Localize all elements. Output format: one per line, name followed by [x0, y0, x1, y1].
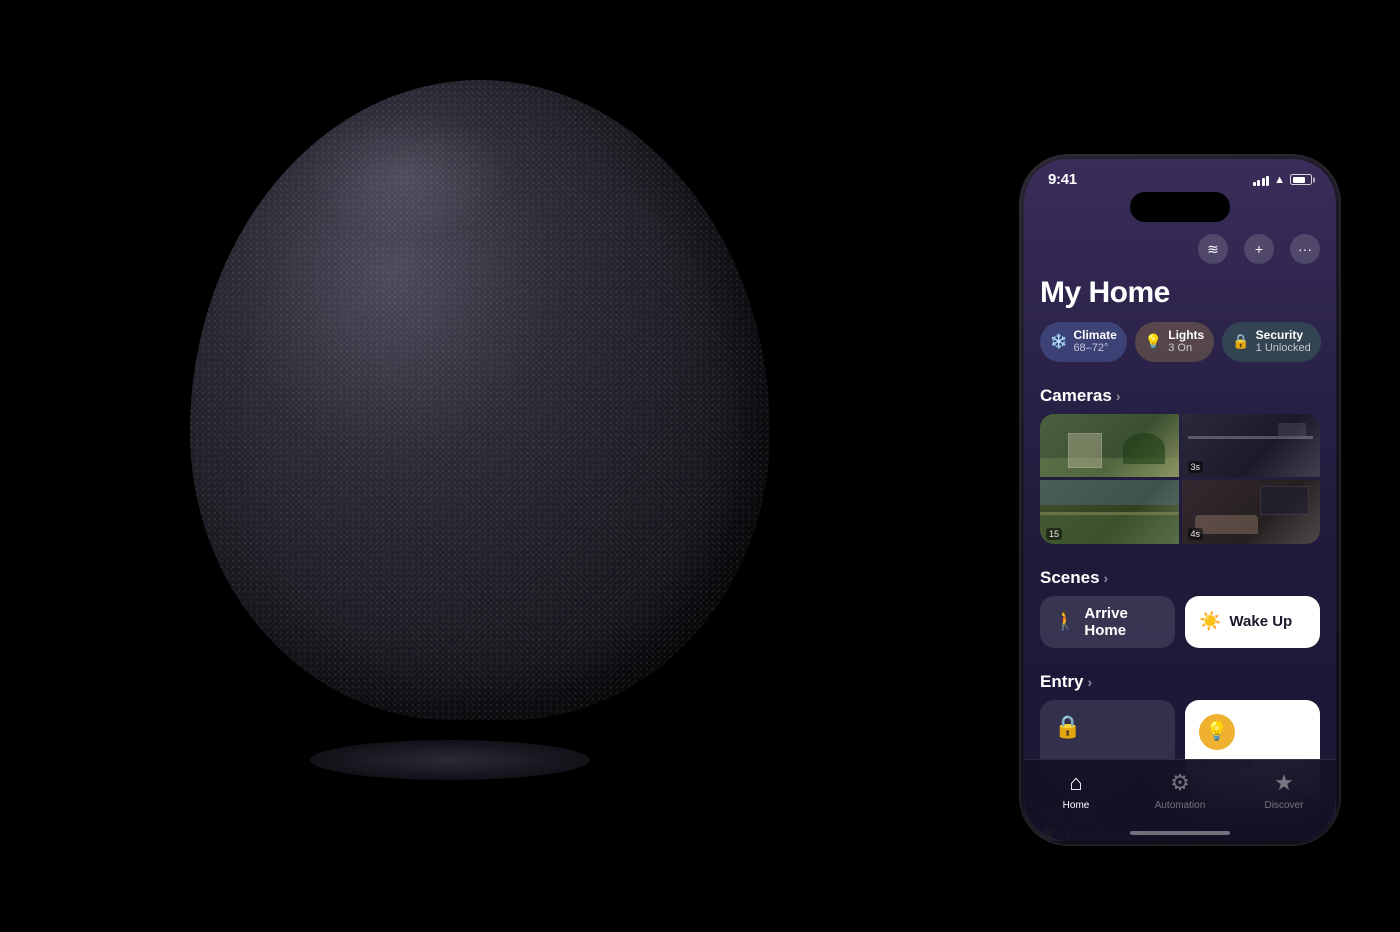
- lights-value: 3 On: [1168, 342, 1204, 355]
- cam3-fence: [1040, 512, 1179, 515]
- more-button[interactable]: ···: [1290, 234, 1320, 264]
- cam2-items: [1278, 423, 1306, 436]
- lights-icon: 💡: [1145, 333, 1162, 350]
- automation-tab-icon: ⚙: [1170, 770, 1190, 796]
- arrive-home-button[interactable]: 🚶 Arrive Home: [1040, 596, 1175, 648]
- camera-thumb-4[interactable]: 4s: [1182, 480, 1321, 544]
- cam1-tree: [1123, 433, 1165, 465]
- camera-thumb-2[interactable]: 3s: [1182, 414, 1321, 478]
- camera-timestamp-3: 15: [1046, 528, 1062, 540]
- cam1-door: [1068, 433, 1103, 468]
- header-controls: ≋ + ···: [1024, 230, 1336, 272]
- siri-button[interactable]: ≋: [1198, 234, 1228, 264]
- front-door-lock-icon: 🔒: [1054, 714, 1161, 740]
- iphone: 9:41 ▲: [1020, 155, 1340, 845]
- wake-up-icon: ☀️: [1199, 611, 1221, 632]
- scenes-arrow-icon: ›: [1104, 570, 1109, 586]
- cam4-tv: [1260, 486, 1308, 515]
- tab-home[interactable]: ⌂ Home: [1024, 770, 1128, 811]
- add-icon: +: [1255, 241, 1263, 257]
- arrive-home-icon: 🚶: [1054, 611, 1076, 632]
- cam2-shelf: [1188, 436, 1313, 439]
- homepod-body: [190, 80, 770, 720]
- security-value: 1 Unlocked: [1256, 342, 1311, 355]
- battery-fill: [1293, 177, 1306, 183]
- cameras-section-label: Cameras: [1040, 386, 1112, 406]
- climate-text: Climate 68–72°: [1073, 328, 1116, 356]
- camera-thumb-1[interactable]: [1040, 414, 1179, 478]
- tab-bar: ⌂ Home ⚙ Automation ★ Discover: [1024, 759, 1336, 841]
- camera-timestamp-4: 4s: [1188, 528, 1204, 540]
- cameras-section-header[interactable]: Cameras ›: [1024, 378, 1336, 414]
- tab-discover[interactable]: ★ Discover: [1232, 770, 1336, 811]
- discover-tab-icon: ★: [1274, 770, 1294, 796]
- camera-grid: 3s 15 4s: [1040, 414, 1320, 544]
- more-icon: ···: [1298, 241, 1312, 257]
- lights-chip[interactable]: 💡 Lights 3 On: [1135, 322, 1214, 362]
- cameras-arrow-icon: ›: [1116, 388, 1121, 404]
- climate-label: Climate: [1073, 328, 1116, 342]
- climate-chip[interactable]: ❄️ Climate 68–72°: [1040, 322, 1127, 362]
- siri-icon: ≋: [1207, 241, 1219, 258]
- home-title: My Home: [1024, 272, 1336, 322]
- homepod-mesh: [190, 80, 770, 720]
- tab-automation[interactable]: ⚙ Automation: [1128, 770, 1232, 811]
- signal-bar-2: [1257, 180, 1260, 186]
- cam3-sky: [1040, 480, 1179, 505]
- wake-up-button[interactable]: ☀️ Wake Up: [1185, 596, 1320, 648]
- scenes-section-header[interactable]: Scenes ›: [1024, 560, 1336, 596]
- wake-up-label: Wake Up: [1229, 613, 1292, 630]
- camera-timestamp-2: 3s: [1188, 461, 1204, 473]
- wifi-icon: ▲: [1274, 174, 1285, 186]
- add-button[interactable]: +: [1244, 234, 1274, 264]
- cam4-couch: [1195, 515, 1257, 534]
- home-indicator: [1130, 831, 1230, 835]
- security-text: Security 1 Unlocked: [1256, 328, 1311, 356]
- status-icons: ▲: [1253, 174, 1312, 186]
- dynamic-island: [1130, 192, 1230, 222]
- scenes-row: 🚶 Arrive Home ☀️ Wake Up: [1024, 596, 1336, 664]
- status-chips: ❄️ Climate 68–72° 💡 Lights 3 On 🔒: [1024, 322, 1336, 378]
- sconces-bulb-icon: 💡: [1206, 721, 1228, 742]
- security-chip[interactable]: 🔒 Security 1 Unlocked: [1222, 322, 1320, 362]
- climate-value: 68–72°: [1073, 342, 1116, 355]
- automation-tab-label: Automation: [1155, 800, 1206, 811]
- discover-tab-label: Discover: [1265, 800, 1304, 811]
- camera-thumb-3[interactable]: 15: [1040, 480, 1179, 544]
- scenes-section-label: Scenes: [1040, 568, 1100, 588]
- battery-icon: [1290, 174, 1312, 185]
- entry-section-header[interactable]: Entry ›: [1024, 664, 1336, 700]
- entry-arrow-icon: ›: [1087, 674, 1092, 690]
- homepod-base: [310, 740, 590, 780]
- security-label: Security: [1256, 328, 1311, 342]
- entry-section-label: Entry: [1040, 672, 1083, 692]
- arrive-home-label: Arrive Home: [1084, 605, 1161, 639]
- status-time: 9:41: [1048, 171, 1077, 188]
- status-bar: 9:41 ▲: [1024, 159, 1336, 192]
- signal-bar-1: [1253, 182, 1256, 186]
- signal-bars-icon: [1253, 174, 1270, 186]
- lights-text: Lights 3 On: [1168, 328, 1204, 356]
- iphone-screen: 9:41 ▲: [1024, 159, 1336, 841]
- sconces-icon-circle: 💡: [1199, 714, 1235, 750]
- signal-bar-3: [1262, 178, 1265, 186]
- homepod: [160, 30, 800, 900]
- home-tab-icon: ⌂: [1069, 770, 1082, 796]
- iphone-frame: 9:41 ▲: [1020, 155, 1340, 845]
- lights-label: Lights: [1168, 328, 1204, 342]
- home-tab-label: Home: [1063, 800, 1090, 811]
- signal-bar-4: [1266, 176, 1269, 186]
- climate-icon: ❄️: [1050, 333, 1067, 350]
- security-icon: 🔒: [1232, 333, 1249, 350]
